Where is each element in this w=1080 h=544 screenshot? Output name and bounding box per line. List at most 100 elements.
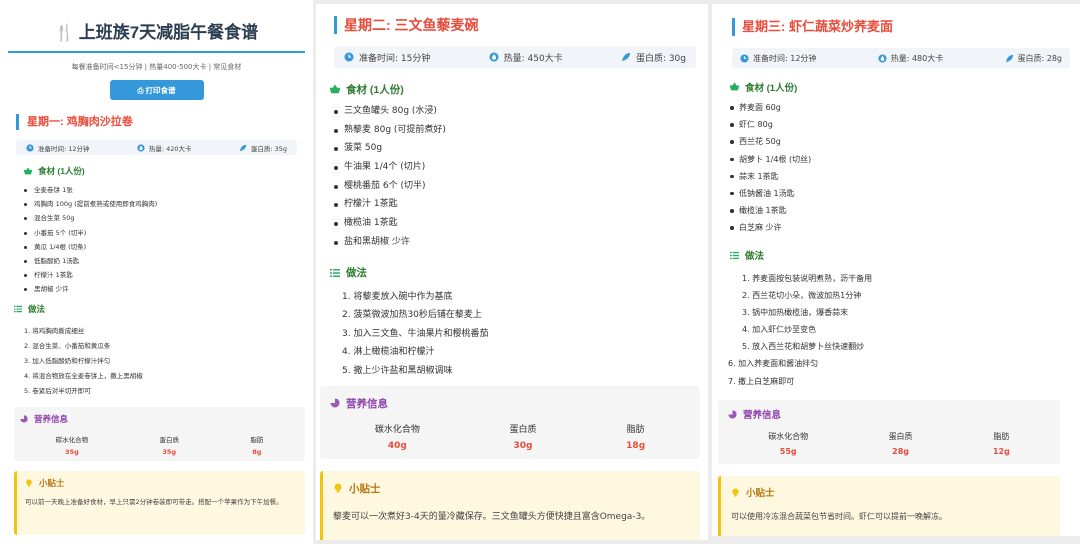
day-title: 星期二: 三文鱼藜麦碗 xyxy=(334,16,708,34)
list-item: 3. 加入低脂酸奶和柠檬汁拌匀 xyxy=(24,356,111,365)
list-item: 2. 西兰花切小朵，微波加热1分钟 xyxy=(742,290,862,300)
nutrition-label: 碳水化合物 xyxy=(374,425,420,435)
list-item: 虾仁 80g xyxy=(730,116,1080,133)
ingredients-heading: 食材 (1人份) xyxy=(24,165,305,177)
tip-box: 小贴士 藜麦可以一次煮好3-4天的量冷藏保存。三文鱼罐头方便快捷且富含Omega… xyxy=(320,471,700,540)
list-item: 4. 淋上橄榄油和柠檬汁 xyxy=(342,347,435,357)
list-item: 橄榄油 1茶匙 xyxy=(730,202,1080,219)
basket-icon xyxy=(330,84,340,94)
day-title: 星期三: 虾仁蔬菜炒荞麦面 xyxy=(732,18,1080,36)
day-card-monday: 星期一: 鸡胸肉沙拉卷 准备时间: 12分钟 热量: 420大卡 蛋白质: 35… xyxy=(8,114,305,535)
calories: 热量: 480大卡 xyxy=(890,53,944,63)
list-item: 西兰花 50g xyxy=(730,133,1080,150)
print-button-label: 打印食谱 xyxy=(145,85,176,95)
lightbulb-icon xyxy=(25,478,33,487)
pie-chart-icon xyxy=(20,414,28,423)
step-list: 1. 荞麦面按包装说明煮熟，沥干备用 2. 西兰花切小朵，微波加热1分钟 3. … xyxy=(728,270,1080,390)
list-item: 三文鱼罐头 80g (水浸) xyxy=(334,102,708,121)
ingredient-list: 全麦卷饼 1张 鸡胸肉 100g (提前煮熟或使用即食鸡胸肉) 混合生菜 50g… xyxy=(24,183,305,297)
list-item: 荞麦面 60g xyxy=(730,99,1080,116)
fire-icon xyxy=(878,53,887,63)
list-item: 4. 将混合物放在全麦卷饼上，撒上黑胡椒 xyxy=(24,371,143,380)
step-list: 1. 将鸡胸肉撕成细丝 2. 混合生菜、小番茄和黄瓜条 3. 加入低脂酸奶和柠檬… xyxy=(24,324,305,399)
nutrition-box: 营养信息 碳水化合物 40g 蛋白质 30g 脂肪 18g xyxy=(320,386,700,459)
tip-heading: 小贴士 xyxy=(333,481,690,495)
nutrition-heading: 营养信息 xyxy=(728,408,1050,421)
list-item: 2. 菠菜微波加热30秒后铺在藜麦上 xyxy=(342,310,482,320)
list-item: 鸡胸肉 100g (提前煮熟或使用即食鸡胸肉) xyxy=(24,197,305,211)
leaf-icon xyxy=(621,52,631,62)
protein: 蛋白质: 28g xyxy=(1017,53,1063,63)
nutrition-label: 蛋白质 xyxy=(888,431,913,441)
basket-icon xyxy=(730,82,739,91)
nutrition-heading: 营养信息 xyxy=(20,413,299,425)
meta-bar: 准备时间: 15分钟 热量: 450大卡 蛋白质: 30g xyxy=(334,46,696,68)
list-item: 1. 将藜麦放入碗中作为基底 xyxy=(342,291,453,302)
nutrition-value: 12g xyxy=(992,446,1010,456)
nutrition-label: 脂肪 xyxy=(993,431,1010,441)
list-item: 3. 锅中加热橄榄油，爆香蒜末 xyxy=(742,307,849,317)
prep-time: 准备时间: 12分钟 xyxy=(38,144,90,153)
nutrition-box: 营养信息 碳水化合物 35g 蛋白质 35g 脂肪 8g xyxy=(14,406,305,461)
protein: 蛋白质: 30g xyxy=(635,53,686,64)
nutrition-value: 30g xyxy=(513,441,533,451)
steps-heading: 做法 xyxy=(730,249,1080,262)
list-item: 6. 加入荞麦面和酱油拌匀 xyxy=(728,359,819,369)
list-item: 柠檬汁 1茶匙 xyxy=(24,268,305,282)
list-item: 3. 加入三文鱼、牛油果片和樱桃番茄 xyxy=(342,328,489,339)
tip-text: 可以前一天晚上准备好食材，早上只需2分钟卷装即可带走。搭配一个苹果作为下午加餐。 xyxy=(25,497,283,506)
clock-icon xyxy=(26,143,34,152)
nutrition-label: 脂肪 xyxy=(250,435,264,444)
list-icon xyxy=(330,268,340,278)
day-title: 星期一: 鸡胸肉沙拉卷 xyxy=(16,114,297,130)
utensils-icon: 🍴 xyxy=(54,25,75,42)
leaf-icon xyxy=(239,144,247,152)
tip-text: 藜麦可以一次煮好3-4天的量冷藏保存。三文鱼罐头方便快捷且富含Omega-3。 xyxy=(333,512,651,522)
pie-chart-icon xyxy=(330,398,340,408)
nutrition-label: 蛋白质 xyxy=(509,425,537,435)
list-item: 5. 卷紧后对半切开即可 xyxy=(24,386,91,395)
prep-time: 准备时间: 15分钟 xyxy=(359,53,431,64)
lightbulb-icon xyxy=(731,488,740,497)
pie-chart-icon xyxy=(728,410,737,419)
meta-bar: 准备时间: 12分钟 热量: 420大卡 蛋白质: 35g xyxy=(16,140,297,155)
basket-icon xyxy=(24,167,32,175)
calories: 热量: 420大卡 xyxy=(148,144,192,153)
meta-bar: 准备时间: 12分钟 热量: 480大卡 蛋白质: 28g xyxy=(732,48,1070,68)
ingredients-heading: 食材 (1人份) xyxy=(730,80,1080,94)
calories: 热量: 450大卡 xyxy=(503,53,563,64)
list-item: 1. 荞麦面按包装说明煮熟，沥干备用 xyxy=(742,273,873,283)
nutrition-value: 28g xyxy=(892,446,909,456)
list-item: 7. 撒上白芝麻即可 xyxy=(728,376,795,386)
print-button[interactable]: ⎙ 打印食谱 xyxy=(109,80,204,100)
nutrition-label: 碳水化合物 xyxy=(768,431,809,441)
list-item: 全麦卷饼 1张 xyxy=(24,183,305,197)
prep-time: 准备时间: 12分钟 xyxy=(753,53,817,63)
list-item: 樱桃番茄 6个 (切半) xyxy=(334,177,708,196)
list-item: 橄榄油 1茶匙 xyxy=(334,214,708,233)
list-item: 黑胡椒 少许 xyxy=(24,282,305,296)
list-icon xyxy=(730,251,739,260)
list-item: 5. 撒上少许盐和黑胡椒调味 xyxy=(342,365,453,376)
nutrition-value: 8g xyxy=(252,447,262,456)
list-item: 熟藜麦 80g (可提前煮好) xyxy=(334,121,708,140)
list-item: 4. 加入虾仁炒至变色 xyxy=(742,325,817,335)
tip-box: 小贴士 可以使用冷冻混合蔬菜包节省时间。虾仁可以提前一晚解冻。 xyxy=(718,475,1060,536)
nutrition-value: 40g xyxy=(387,441,407,451)
nutrition-value: 55g xyxy=(779,446,797,456)
list-item: 菠菜 50g xyxy=(334,139,708,158)
nutrition-value: 18g xyxy=(626,441,646,451)
tip-heading: 小贴士 xyxy=(25,477,297,489)
page-title: 🍴 上班族7天减脂午餐食谱 xyxy=(8,0,305,53)
nutrition-heading: 营养信息 xyxy=(330,396,690,410)
list-item: 小番茄 5个 (切半) xyxy=(24,226,305,240)
clock-icon xyxy=(344,52,354,62)
leaf-icon xyxy=(1005,54,1014,63)
printer-icon: ⎙ xyxy=(137,85,144,95)
list-item: 盐和黑胡椒 少许 xyxy=(334,233,708,252)
steps-heading: 做法 xyxy=(330,266,708,280)
tip-text: 可以使用冷冻混合蔬菜包节省时间。虾仁可以提前一晚解冻。 xyxy=(731,511,947,521)
list-item: 牛油果 1/4个 (切片) xyxy=(334,158,708,177)
list-item: 1. 将鸡胸肉撕成细丝 xyxy=(24,326,85,335)
list-item: 胡萝卜 1/4根 (切丝) xyxy=(730,151,1080,168)
